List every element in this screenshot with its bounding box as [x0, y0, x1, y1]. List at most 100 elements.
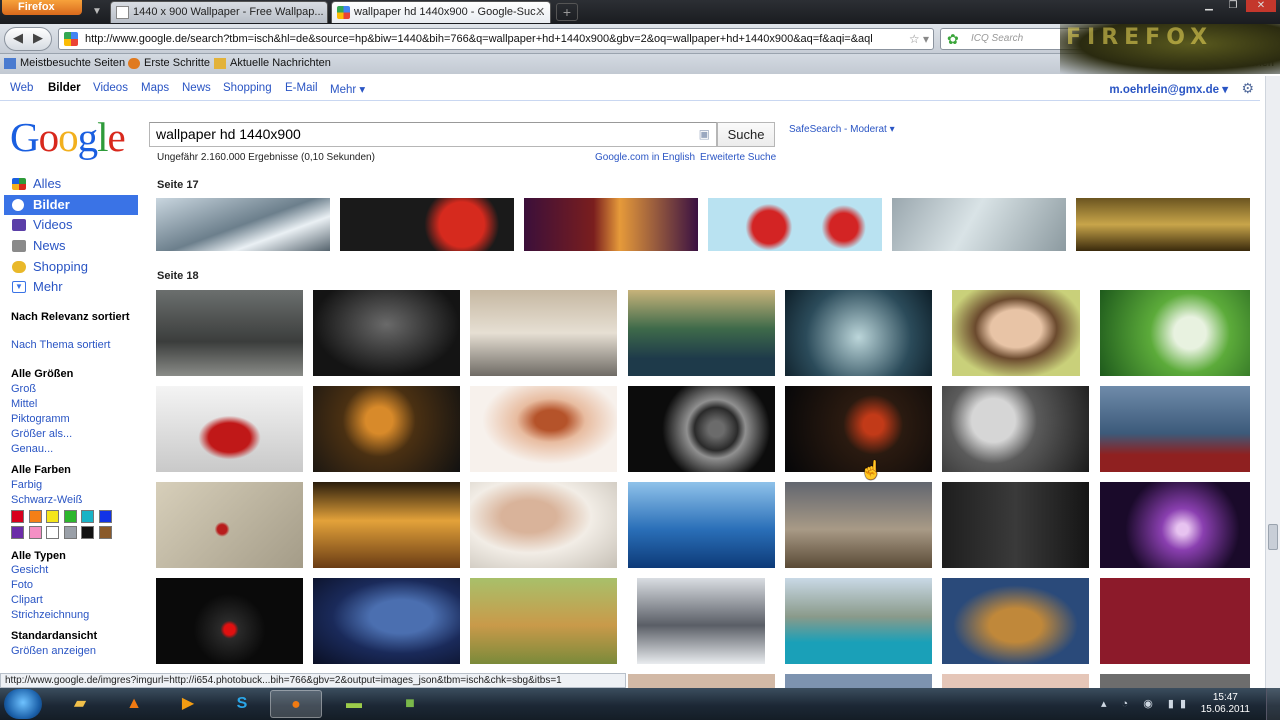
gbar-link-news[interactable]: News	[182, 82, 211, 94]
image-result[interactable]	[785, 578, 932, 664]
image-result[interactable]	[1100, 578, 1250, 664]
color-swatch[interactable]	[63, 526, 77, 539]
image-result[interactable]	[313, 482, 460, 568]
type-lineart-link[interactable]: Strichzeichnung	[11, 609, 89, 621]
image-result[interactable]	[156, 578, 303, 664]
notes-taskbar-icon[interactable]: ▬	[328, 690, 380, 718]
bookmark-getting-started[interactable]: Erste Schritte	[128, 57, 210, 69]
media-player-taskbar-icon[interactable]: ▶	[162, 690, 214, 718]
sidebar-item-news[interactable]: News	[4, 236, 138, 256]
url-bar[interactable]: http://www.google.de/search?tbm=isch&hl=…	[58, 28, 934, 50]
color-swatch[interactable]	[11, 510, 24, 523]
color-bw-link[interactable]: Schwarz-Weiß	[11, 494, 82, 506]
gbar-link-email[interactable]: E-Mail	[285, 82, 318, 94]
clock[interactable]: 15:47 15.06.2011	[1201, 692, 1250, 716]
color-swatch[interactable]	[63, 510, 77, 523]
gbar-link-images[interactable]: Bilder	[48, 82, 81, 94]
sidebar-item-all[interactable]: Alles	[4, 174, 138, 194]
google-logo[interactable]: Google	[10, 113, 126, 161]
bookmark-news[interactable]: Aktuelle Nachrichten	[214, 57, 331, 69]
color-swatch[interactable]	[46, 510, 59, 523]
sidebar-item-images[interactable]: Bilder	[4, 195, 138, 215]
image-result[interactable]	[313, 578, 460, 664]
color-full-link[interactable]: Farbig	[11, 479, 42, 491]
image-result[interactable]	[524, 198, 698, 251]
show-sizes-link[interactable]: Größen anzeigen	[11, 645, 96, 657]
size-exact-link[interactable]: Genau...	[11, 443, 53, 455]
search-go-icon[interactable]: ⌕	[1194, 29, 1201, 49]
firefox-taskbar-icon[interactable]: ●	[270, 690, 322, 718]
recorder-taskbar-icon[interactable]: ■	[384, 690, 436, 718]
image-result[interactable]	[628, 386, 775, 472]
search-button[interactable]: Suche	[717, 122, 775, 147]
image-result[interactable]	[628, 290, 775, 376]
image-result[interactable]	[313, 290, 460, 376]
color-swatch[interactable]	[98, 526, 112, 539]
image-result[interactable]	[785, 482, 932, 568]
color-swatch[interactable]	[28, 510, 42, 523]
image-result[interactable]	[1100, 386, 1250, 472]
safesearch-dropdown[interactable]: SafeSearch - Moderat ▾	[789, 124, 895, 135]
color-swatch[interactable]	[98, 510, 112, 523]
image-result[interactable]	[942, 386, 1089, 472]
tab-google-search[interactable]: wallpaper hd 1440x900 - Google-Suc... ✕	[331, 1, 551, 23]
back-forward-buttons[interactable]: ◀ ▶	[4, 27, 52, 51]
camera-icon[interactable]: ▣	[699, 123, 710, 146]
skype-taskbar-icon[interactable]: S	[216, 690, 268, 718]
size-large-link[interactable]: Groß	[11, 383, 36, 395]
type-clipart-link[interactable]: Clipart	[11, 594, 43, 606]
sidebar-item-more[interactable]: ▼ Mehr	[4, 277, 138, 297]
image-result[interactable]	[156, 386, 303, 472]
gbar-link-shopping[interactable]: Shopping	[223, 82, 272, 94]
image-result[interactable]	[628, 482, 775, 568]
image-result[interactable]	[470, 578, 617, 664]
start-button[interactable]	[4, 689, 42, 719]
image-result[interactable]	[1100, 674, 1250, 688]
image-result[interactable]	[785, 290, 932, 376]
page-scrollbar[interactable]	[1265, 76, 1280, 688]
image-result[interactable]	[470, 386, 617, 472]
color-swatch[interactable]	[11, 526, 24, 539]
tab-wallpaper-site[interactable]: 1440 x 900 Wallpaper - Free Wallpap...	[110, 1, 328, 23]
skype-toolbar-icon[interactable]: S	[1212, 27, 1238, 51]
close-tab-icon[interactable]: ✕	[536, 2, 545, 22]
gbar-link-more[interactable]: Mehr ▾	[330, 82, 365, 96]
image-result[interactable]	[942, 482, 1089, 568]
size-icon-link[interactable]: Piktogramm	[11, 413, 70, 425]
english-link[interactable]: Google.com in English	[595, 152, 695, 163]
gbar-link-web[interactable]: Web	[10, 82, 33, 94]
image-result[interactable]	[637, 578, 765, 664]
firefox-menu-button[interactable]: Firefox	[2, 0, 82, 15]
maximize-icon[interactable]: ❐	[1222, 0, 1244, 12]
gbar-link-videos[interactable]: Videos	[93, 82, 128, 94]
image-result[interactable]	[785, 674, 932, 688]
image-result[interactable]	[156, 198, 330, 251]
bookmarks-menu[interactable]: Lesezeichen	[1212, 57, 1274, 69]
sidebar-item-videos[interactable]: Videos	[4, 215, 138, 235]
gear-icon[interactable]: ⚙	[1241, 80, 1254, 97]
image-result[interactable]	[1100, 482, 1250, 568]
image-result[interactable]	[628, 674, 775, 688]
image-result[interactable]	[892, 198, 1066, 251]
type-face-link[interactable]: Gesicht	[11, 564, 48, 576]
explorer-taskbar-icon[interactable]: ▰	[54, 690, 106, 718]
type-photo-link[interactable]: Foto	[11, 579, 33, 591]
advanced-search-link[interactable]: Erweiterte Suche	[700, 152, 776, 163]
image-result[interactable]	[156, 290, 303, 376]
color-swatch[interactable]	[81, 526, 94, 539]
size-medium-link[interactable]: Mittel	[11, 398, 37, 410]
account-menu[interactable]: m.oehrlein@gmx.de ▾	[1109, 82, 1228, 96]
image-result[interactable]	[1100, 290, 1250, 376]
bookmark-star-icon[interactable]: ☆ ▾	[909, 29, 929, 49]
image-result[interactable]	[1076, 198, 1250, 251]
scrollbar-thumb[interactable]	[1268, 524, 1278, 550]
image-result[interactable]	[942, 674, 1089, 688]
size-larger-than-link[interactable]: Größer als...	[11, 428, 72, 440]
addon-toolbar-icon[interactable]: ⇧	[1248, 27, 1274, 51]
image-result[interactable]	[470, 290, 617, 376]
tab-list-icon[interactable]: ▼	[92, 6, 102, 17]
image-result[interactable]	[785, 386, 932, 472]
forward-arrow-icon[interactable]: ▶	[33, 30, 43, 46]
vlc-taskbar-icon[interactable]: ▲	[108, 690, 160, 718]
bookmark-most-visited[interactable]: Meistbesuchte Seiten	[4, 57, 125, 69]
